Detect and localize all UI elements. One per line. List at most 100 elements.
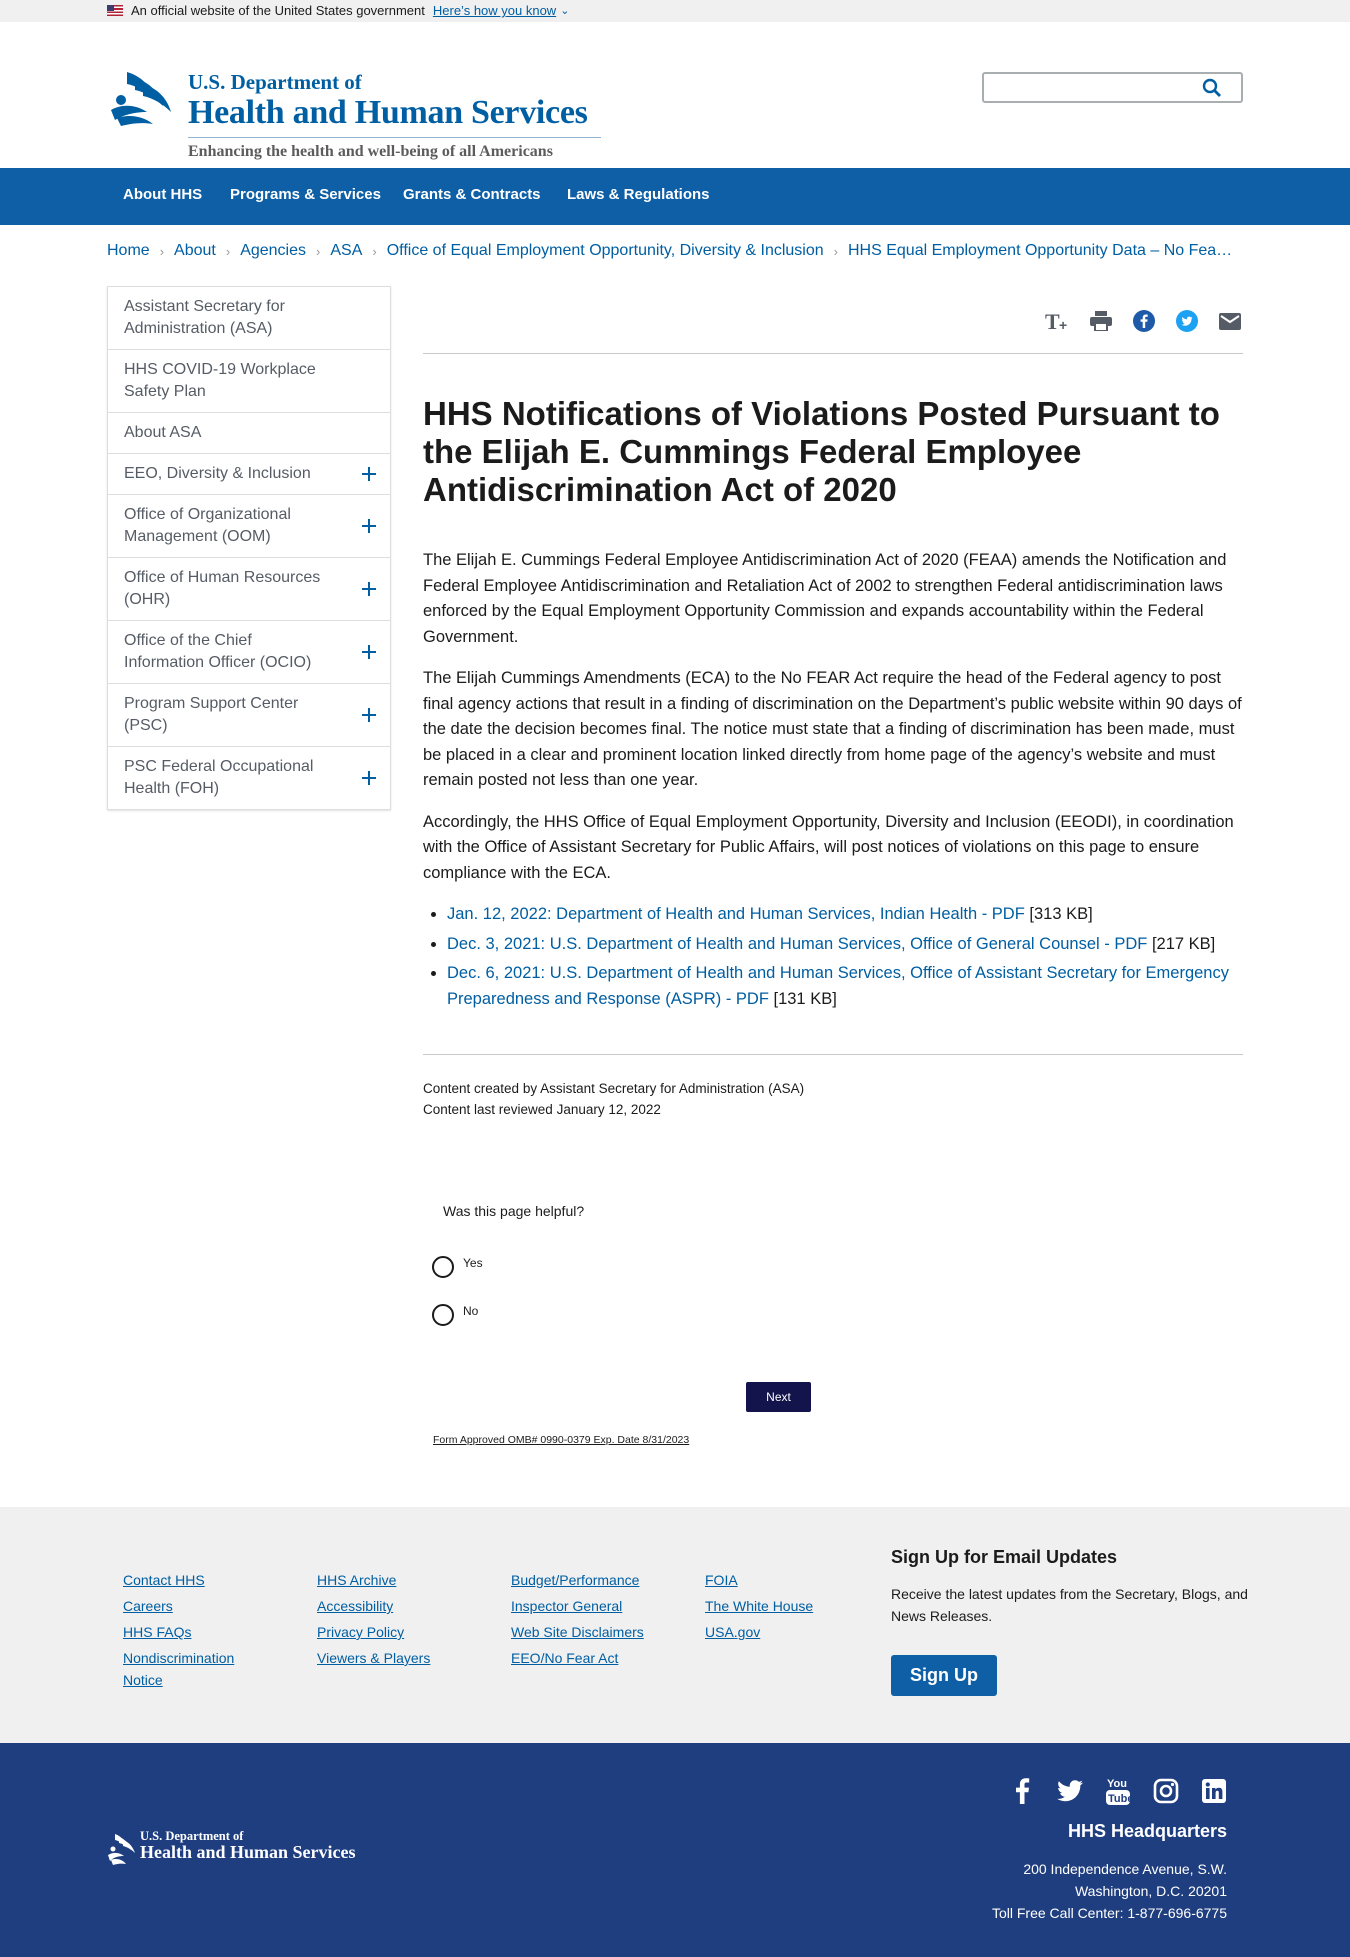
sidebar-nav: Assistant Secretary for Administration (… (107, 286, 391, 810)
sidebar-item-psc[interactable]: Program Support Center (PSC) (108, 684, 390, 747)
print-icon[interactable] (1088, 308, 1114, 334)
feedback-question: Was this page helpful? (443, 1203, 585, 1219)
sidebar-item-oom[interactable]: Office of Organizational Management (OOM… (108, 495, 390, 558)
footer-link-disclaimers[interactable]: Web Site Disclaimers (511, 1621, 661, 1643)
breadcrumb-chevron-icon: › (225, 243, 231, 259)
signup-button[interactable]: Sign Up (891, 1655, 997, 1696)
footer-column-2: HHS Archive Accessibility Privacy Policy… (317, 1569, 467, 1673)
logo-rule (188, 137, 601, 138)
nav-programs-services[interactable]: Programs & Services (230, 186, 381, 203)
tools-divider (423, 353, 1243, 354)
heres-how-you-know-link[interactable]: Here’s how you know (433, 3, 556, 18)
notice-link-indian-health[interactable]: Jan. 12, 2022: Department of Health and … (447, 905, 1025, 923)
feedback-next-button[interactable]: Next (746, 1382, 811, 1412)
footer-link-white-house[interactable]: The White House (705, 1595, 855, 1617)
footer-hhs-logo[interactable]: U.S. Department of Health and Human Serv… (107, 1829, 387, 1869)
search-input[interactable] (988, 77, 1188, 99)
nav-grants-contracts[interactable]: Grants & Contracts (403, 186, 541, 203)
content-divider (423, 1054, 1243, 1055)
accordingly-paragraph: Accordingly, the HHS Office of Equal Emp… (423, 812, 1234, 882)
breadcrumb-eeodi[interactable]: Office of Equal Employment Opportunity, … (387, 242, 824, 260)
gov-banner-text: An official website of the United States… (131, 3, 425, 18)
email-icon[interactable] (1217, 308, 1243, 334)
gov-banner: An official website of the United States… (0, 0, 1350, 22)
nav-laws-regulations[interactable]: Laws & Regulations (567, 186, 710, 203)
svg-text:Tube: Tube (1108, 1793, 1131, 1805)
facebook-icon[interactable] (1131, 308, 1157, 334)
footer-link-nondiscrimination[interactable]: Nondiscrimination Notice (123, 1647, 253, 1691)
footer-link-viewers-players[interactable]: Viewers & Players (317, 1647, 467, 1669)
hq-phone[interactable]: Toll Free Call Center: 1-877-696-6775 (992, 1902, 1227, 1924)
sidebar-item-label: PSC Federal Occupational Health (FOH) (124, 758, 314, 797)
breadcrumb-current[interactable]: HHS Equal Employment Opportunity Data – … (848, 242, 1232, 260)
expand-plus-icon[interactable] (362, 645, 376, 659)
breadcrumb-chevron-icon: › (159, 243, 165, 259)
hq-address: 200 Independence Avenue, S.W. Washington… (992, 1858, 1227, 1924)
facebook-icon[interactable] (1008, 1777, 1036, 1805)
content-meta: Content created by Assistant Secretary f… (423, 1078, 804, 1120)
footer-link-foia[interactable]: FOIA (705, 1569, 855, 1591)
footer-links-section: Contact HHS Careers HHS FAQs Nondiscrimi… (0, 1507, 1350, 1743)
violation-notices-list: Jan. 12, 2022: Department of Health and … (447, 902, 1243, 1012)
notice-link-aspr[interactable]: Dec. 6, 2021: U.S. Department of Health … (447, 964, 1229, 1008)
instagram-icon[interactable] (1152, 1777, 1180, 1805)
twitter-icon[interactable] (1174, 308, 1200, 334)
breadcrumb-agencies[interactable]: Agencies (240, 242, 306, 260)
breadcrumb-about[interactable]: About (174, 242, 216, 260)
sidebar-item-about-asa[interactable]: About ASA (108, 413, 390, 454)
breadcrumb: Home › About › Agencies › ASA › Office o… (107, 242, 1243, 260)
search-icon[interactable] (1201, 77, 1223, 99)
sidebar-item-ocio[interactable]: Office of the Chief Information Officer … (108, 621, 390, 684)
sidebar-item-asa[interactable]: Assistant Secretary for Administration (… (108, 287, 390, 350)
breadcrumb-chevron-icon: › (833, 243, 838, 259)
chevron-down-icon[interactable]: ⌄ (560, 4, 569, 17)
footer-link-eeo-no-fear[interactable]: EEO/No Fear Act (511, 1647, 661, 1669)
breadcrumb-home[interactable]: Home (107, 242, 150, 260)
footer-column-4: FOIA The White House USA.gov (705, 1569, 855, 1647)
sidebar-item-label: HHS COVID-19 Workplace Safety Plan (124, 361, 316, 400)
youtube-icon[interactable]: You Tube (1104, 1777, 1132, 1805)
footer-link-accessibility[interactable]: Accessibility (317, 1595, 467, 1617)
feedback-yes-radio[interactable] (432, 1256, 454, 1278)
sidebar-item-foh[interactable]: PSC Federal Occupational Health (FOH) (108, 747, 390, 809)
linkedin-icon[interactable] (1200, 1777, 1228, 1805)
expand-plus-icon[interactable] (362, 582, 376, 596)
nav-about-hhs[interactable]: About HHS (123, 186, 202, 203)
footer-link-inspector-general[interactable]: Inspector General (511, 1595, 661, 1617)
sidebar-item-eeo[interactable]: EEO, Diversity & Inclusion (108, 454, 390, 495)
footer-link-hhs-archive[interactable]: HHS Archive (317, 1569, 467, 1591)
sidebar-item-ohr[interactable]: Office of Human Resources (OHR) (108, 558, 390, 621)
feedback-yes-label[interactable]: Yes (463, 1256, 483, 1270)
text-size-icon[interactable]: T + (1045, 308, 1071, 334)
sidebar-item-label: Assistant Secretary for Administration (… (124, 298, 285, 337)
feedback-no-radio[interactable] (432, 1304, 454, 1326)
footer-link-budget[interactable]: Budget/Performance (511, 1569, 661, 1591)
footer-link-careers[interactable]: Careers (123, 1595, 273, 1617)
footer-link-usa-gov[interactable]: USA.gov (705, 1621, 855, 1643)
hhs-logo[interactable]: U.S. Department of Health and Human Serv… (107, 48, 601, 164)
content-created-by: Content created by Assistant Secretary f… (423, 1081, 805, 1096)
footer-bottom: U.S. Department of Health and Human Serv… (0, 1743, 1350, 1957)
omb-approval-link[interactable]: Form Approved OMB# 0990-0379 Exp. Date 8… (433, 1434, 689, 1446)
expand-plus-icon[interactable] (362, 519, 376, 533)
search-box (982, 72, 1243, 103)
twitter-icon[interactable] (1056, 1777, 1084, 1805)
footer-link-contact-hhs[interactable]: Contact HHS (123, 1569, 273, 1591)
feedback-no-label[interactable]: No (463, 1304, 478, 1318)
footer-link-hhs-faqs[interactable]: HHS FAQs (123, 1621, 273, 1643)
sidebar-item-label: Office of Organizational Management (OOM… (124, 506, 291, 545)
expand-plus-icon[interactable] (362, 467, 376, 481)
sidebar-item-covid-safety-plan[interactable]: HHS COVID-19 Workplace Safety Plan (108, 350, 390, 413)
expand-plus-icon[interactable] (362, 771, 376, 785)
intro-paragraph: The Elijah E. Cummings Federal Employee … (423, 551, 1227, 646)
footer-link-privacy-policy[interactable]: Privacy Policy (317, 1621, 467, 1643)
signup-title: Sign Up for Email Updates (891, 1547, 1118, 1567)
social-links: You Tube (1008, 1777, 1228, 1805)
logo-tagline: Enhancing the health and well-being of a… (188, 143, 553, 160)
expand-plus-icon[interactable] (362, 708, 376, 722)
notice-link-ogc[interactable]: Dec. 3, 2021: U.S. Department of Health … (447, 935, 1147, 953)
file-size: [131 KB] (768, 989, 837, 1008)
file-size: [313 KB] (1024, 905, 1093, 923)
us-flag-icon (107, 5, 123, 16)
breadcrumb-asa[interactable]: ASA (330, 242, 362, 260)
